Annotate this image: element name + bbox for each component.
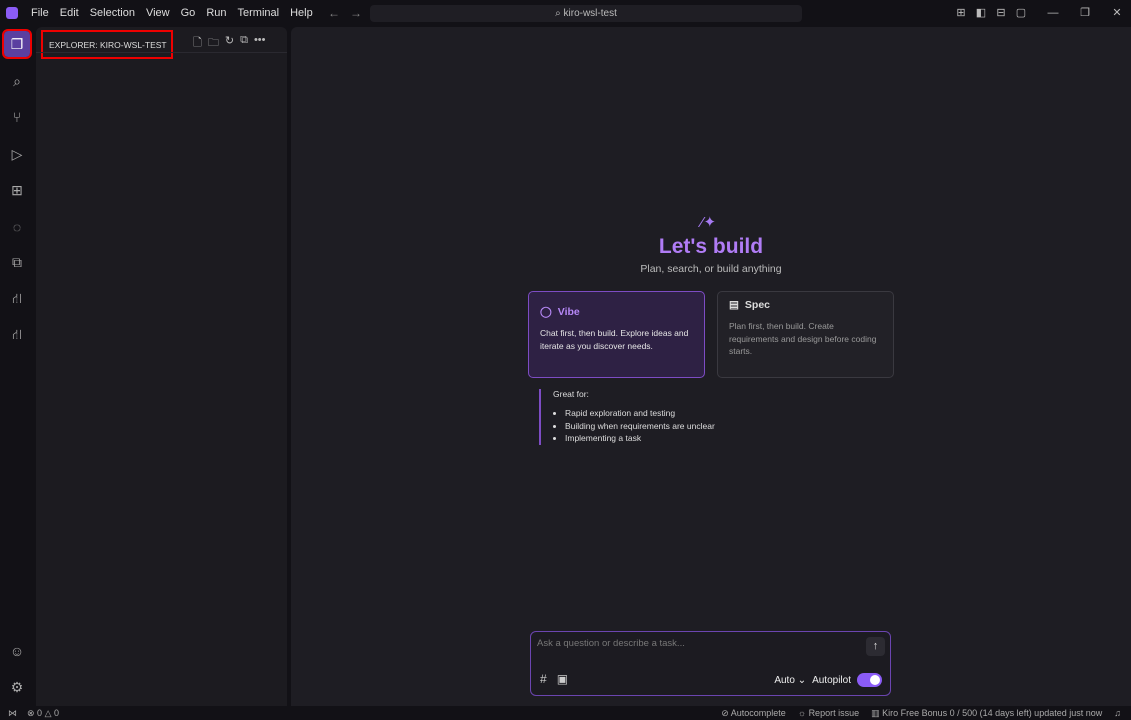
- magic-wand-icon: ⁄✦: [701, 214, 717, 231]
- more-actions-icon[interactable]: •••: [254, 34, 266, 53]
- menu-go[interactable]: Go: [181, 7, 196, 19]
- hash-context-icon[interactable]: #: [540, 672, 547, 686]
- vibe-title: Vibe: [557, 306, 580, 318]
- explorer-title: EXPLORER: KIRO-WSL-TEST: [41, 30, 173, 59]
- vibe-mode-card[interactable]: ◯ Vibe Chat first, then build. Explore id…: [528, 291, 705, 378]
- collapse-all-icon[interactable]: ⧉: [240, 34, 248, 53]
- new-file-icon[interactable]: 🗋: [193, 34, 202, 53]
- new-folder-icon[interactable]: 🗀: [208, 34, 219, 53]
- explorer-sidebar: EXPLORER: KIRO-WSL-TEST 🗋 🗀 ↻ ⧉ •••: [36, 27, 287, 706]
- refresh-icon[interactable]: ↻: [225, 34, 234, 53]
- spec-mode-card[interactable]: ▤ Spec Plan first, then build. Create req…: [717, 291, 894, 378]
- welcome-title: Let's build: [658, 235, 764, 258]
- spec-description: Plan first, then build. Create requireme…: [729, 321, 877, 356]
- report-label: Report issue: [808, 707, 860, 718]
- kiro-panel-2-icon[interactable]: ⛙: [4, 322, 30, 348]
- kiro-logo-icon: [6, 7, 18, 19]
- image-upload-icon[interactable]: ▣: [557, 672, 568, 686]
- extensions-icon[interactable]: ⊞: [4, 177, 30, 203]
- model-selector[interactable]: Auto ⌄: [774, 675, 806, 686]
- great-for-list: Great for: Rapid exploration and testing…: [539, 389, 715, 445]
- list-item: Rapid exploration and testing: [565, 407, 715, 420]
- editor-area: ⁄✦ Let's build Plan, search, or build an…: [291, 27, 1131, 706]
- title-bar: File Edit Selection View Go Run Terminal…: [0, 0, 1131, 27]
- forward-arrow-icon[interactable]: →: [350, 6, 362, 20]
- menu-edit[interactable]: Edit: [60, 7, 79, 19]
- search-icon[interactable]: ⌕: [4, 68, 30, 94]
- problems-indicator[interactable]: ⊗ 0 △ 0: [27, 708, 59, 719]
- minimize-icon[interactable]: —: [1047, 7, 1059, 19]
- kiro-ghost-icon[interactable]: ◌: [4, 214, 30, 240]
- report-issue[interactable]: ☼ Report issue: [798, 708, 859, 719]
- customize-layout-icon[interactable]: ⊞: [955, 6, 967, 19]
- settings-gear-icon[interactable]: ⚙: [4, 674, 30, 700]
- back-arrow-icon[interactable]: ←: [328, 6, 340, 20]
- menu-terminal[interactable]: Terminal: [238, 7, 280, 19]
- remote-explorer-icon[interactable]: ⧉: [4, 249, 30, 275]
- notifications-bell-icon[interactable]: ♫: [1114, 708, 1121, 719]
- chat-input[interactable]: [537, 638, 857, 649]
- restore-icon[interactable]: ❐: [1079, 6, 1091, 19]
- menu-help[interactable]: Help: [290, 7, 313, 19]
- divider: [36, 52, 287, 53]
- chat-bubble-icon: ◯: [540, 306, 552, 318]
- list-item: Implementing a task: [565, 432, 715, 445]
- remote-icon[interactable]: ⋈: [8, 708, 17, 719]
- autocomplete-label: Autocomplete: [730, 707, 786, 718]
- great-for-label: Great for:: [553, 389, 589, 399]
- send-button[interactable]: ↑: [866, 637, 885, 656]
- bonus-label: Kiro Free Bonus 0 / 500 (14 days left) u…: [882, 707, 1103, 718]
- menu-bar: File Edit Selection View Go Run Terminal…: [31, 7, 324, 19]
- autopilot-toggle[interactable]: [857, 673, 882, 687]
- menu-file[interactable]: File: [31, 7, 49, 19]
- account-icon[interactable]: ☺: [4, 638, 30, 664]
- chat-icon[interactable]: ▢: [1015, 6, 1027, 19]
- menu-selection[interactable]: Selection: [90, 7, 135, 19]
- toggle-sidebar-icon[interactable]: ◧: [975, 6, 987, 19]
- close-icon[interactable]: ✕: [1111, 6, 1123, 19]
- list-item: Building when requirements are unclear: [565, 420, 715, 433]
- chat-input-box: ↑ # ▣ Auto ⌄ Autopilot: [530, 631, 891, 696]
- spec-title: Spec: [744, 299, 771, 311]
- menu-run[interactable]: Run: [206, 7, 226, 19]
- explorer-icon[interactable]: ❐: [2, 29, 32, 59]
- run-debug-icon[interactable]: ▷: [4, 141, 30, 167]
- vibe-description: Chat first, then build. Explore ideas an…: [540, 328, 689, 351]
- command-center-search[interactable]: ⌕ kiro-wsl-test: [370, 5, 802, 22]
- autopilot-label: Autopilot: [812, 674, 851, 686]
- kiro-panel-icon[interactable]: ⛙: [4, 286, 30, 312]
- autocomplete-status[interactable]: ⊘ Autocomplete: [721, 708, 786, 719]
- status-bar: ⋈ ⊗ 0 △ 0 ⊘ Autocomplete ☼ Report issue …: [0, 706, 1131, 720]
- source-control-icon[interactable]: ⑂: [4, 104, 30, 130]
- bonus-status[interactable]: ▥ Kiro Free Bonus 0 / 500 (14 days left)…: [871, 708, 1102, 719]
- document-icon: ▤: [729, 299, 739, 311]
- welcome-subtitle: Plan, search, or build anything: [640, 263, 782, 275]
- arrow-up-icon: ↑: [872, 640, 879, 652]
- search-icon: ⌕: [555, 8, 564, 19]
- activity-bar: ❐ ⌕ ⑂ ▷ ⊞ ◌ ⧉ ⛙ ⛙ ☺ ⚙: [0, 27, 34, 706]
- chevron-down-icon: ⌄: [797, 674, 807, 686]
- toggle-panel-icon[interactable]: ⊟: [995, 6, 1007, 19]
- warning-count: 0: [54, 707, 60, 718]
- search-label: kiro-wsl-test: [563, 8, 617, 19]
- model-label: Auto: [774, 674, 795, 686]
- error-count: 0: [37, 707, 43, 718]
- menu-view[interactable]: View: [146, 7, 170, 19]
